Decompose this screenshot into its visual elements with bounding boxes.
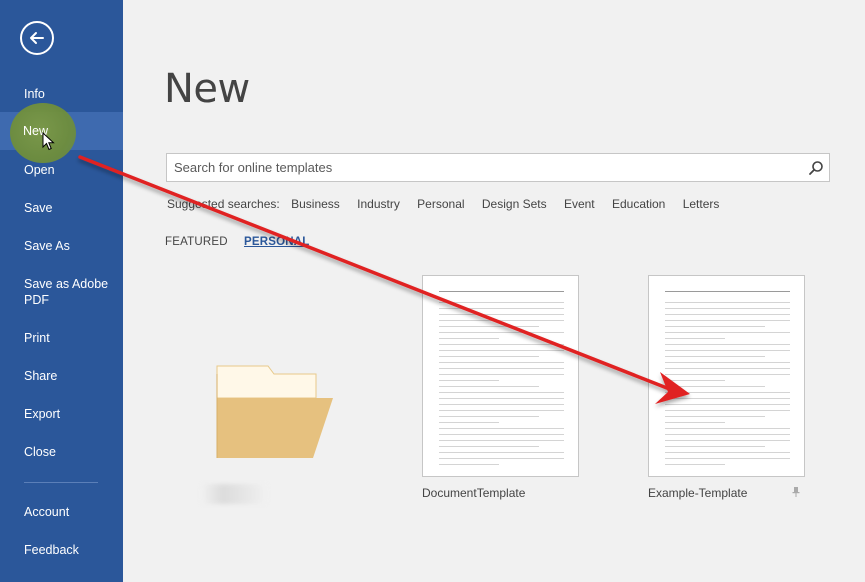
template-text-line: [439, 320, 564, 321]
template-text-line: [439, 356, 539, 357]
mouse-cursor-icon: [42, 132, 55, 151]
template-text-line: [665, 398, 790, 399]
template-text-line: [665, 404, 790, 405]
template-text-line: [665, 416, 765, 417]
page-title: New: [164, 66, 250, 112]
template-text-line: [439, 404, 564, 405]
template-text-line: [439, 386, 539, 387]
suggested-link-business[interactable]: Business: [291, 197, 340, 211]
search-icon[interactable]: [807, 159, 825, 177]
template-text-line: [439, 308, 564, 309]
template-header-line: [439, 291, 564, 292]
tab-featured[interactable]: FEATURED: [165, 236, 228, 248]
template-text-line: [665, 446, 765, 447]
template-text-line: [665, 344, 790, 345]
template-text-line: [665, 320, 790, 321]
template-text-line: [665, 302, 790, 303]
template-text-line: [439, 332, 564, 333]
template-text-line: [665, 452, 790, 453]
template-text-line: [665, 308, 790, 309]
template-text-line: [439, 374, 564, 375]
back-arrow-icon: [30, 32, 44, 44]
template-text-line: [665, 374, 790, 375]
template-text-line: [439, 362, 564, 363]
template-text-line: [439, 416, 539, 417]
template-name[interactable]: DocumentTemplate: [422, 486, 525, 500]
search-input[interactable]: [167, 154, 797, 181]
sidebar-item-close[interactable]: Close: [0, 444, 123, 460]
template-thumbnail-example[interactable]: [648, 275, 805, 477]
template-thumbnail-document[interactable]: [422, 275, 579, 477]
tab-personal[interactable]: PERSONAL: [244, 236, 310, 248]
sidebar-item-open[interactable]: Open: [0, 162, 123, 178]
template-text-line: [439, 350, 564, 351]
suggested-link-personal[interactable]: Personal: [417, 197, 464, 211]
template-text-line: [439, 392, 564, 393]
sidebar-item-share[interactable]: Share: [0, 368, 123, 384]
suggested-link-design-sets[interactable]: Design Sets: [482, 197, 547, 211]
template-text-line: [439, 398, 564, 399]
template-text-line: [665, 392, 790, 393]
sidebar-item-save-as-adobe-pdf[interactable]: Save as Adobe PDF: [0, 276, 123, 308]
template-text-line: [439, 422, 499, 423]
template-text-line: [665, 380, 725, 381]
template-text-line: [665, 356, 765, 357]
template-text-line: [439, 446, 539, 447]
template-text-line: [665, 332, 790, 333]
sidebar-item-save-as[interactable]: Save As: [0, 238, 123, 254]
template-text-line: [665, 458, 790, 459]
template-text-line: [665, 422, 725, 423]
suggested-searches: Suggested searches: Business Industry Pe…: [167, 197, 733, 211]
template-text-line: [665, 368, 790, 369]
template-text-line: [665, 386, 765, 387]
suggested-link-event[interactable]: Event: [564, 197, 595, 211]
suggested-link-industry[interactable]: Industry: [357, 197, 400, 211]
template-text-line: [665, 338, 725, 339]
template-text-line: [665, 350, 790, 351]
sidebar-item-save[interactable]: Save: [0, 200, 123, 216]
sidebar-divider: [24, 482, 98, 483]
template-search-box: [166, 153, 830, 182]
suggested-searches-label: Suggested searches:: [167, 197, 280, 211]
back-button[interactable]: [20, 21, 54, 55]
sidebar-item-account[interactable]: Account: [0, 504, 123, 520]
template-text-line: [439, 410, 564, 411]
template-text-line: [439, 338, 499, 339]
template-text-line: [439, 452, 564, 453]
template-text-line: [665, 440, 790, 441]
folder-label-blurred: [201, 484, 267, 504]
template-text-line: [665, 326, 765, 327]
backstage-main: New Suggested searches: Business Industr…: [123, 0, 865, 582]
template-text-line: [665, 464, 725, 465]
template-text-line: [439, 344, 564, 345]
suggested-link-letters[interactable]: Letters: [683, 197, 720, 211]
template-text-line: [439, 440, 564, 441]
pin-icon[interactable]: [791, 486, 801, 498]
template-text-line: [439, 314, 564, 315]
template-name[interactable]: Example-Template: [648, 486, 747, 500]
template-text-line: [439, 302, 564, 303]
template-text-line: [439, 464, 499, 465]
suggested-link-education[interactable]: Education: [612, 197, 665, 211]
sidebar-item-export[interactable]: Export: [0, 406, 123, 422]
template-text-line: [665, 362, 790, 363]
template-text-line: [439, 434, 564, 435]
template-text-line: [665, 428, 790, 429]
sidebar-item-feedback[interactable]: Feedback: [0, 542, 123, 558]
template-text-line: [665, 314, 790, 315]
template-text-line: [439, 428, 564, 429]
backstage-sidebar: Info New Open Save Save As Save as Adobe…: [0, 0, 123, 582]
template-text-line: [439, 368, 564, 369]
template-text-line: [439, 326, 539, 327]
template-text-line: [439, 458, 564, 459]
folder-icon[interactable]: [208, 358, 338, 466]
template-text-line: [439, 380, 499, 381]
sidebar-item-print[interactable]: Print: [0, 330, 123, 346]
template-text-line: [665, 434, 790, 435]
sidebar-item-info[interactable]: Info: [0, 86, 123, 102]
template-text-line: [665, 410, 790, 411]
template-header-line: [665, 291, 790, 292]
